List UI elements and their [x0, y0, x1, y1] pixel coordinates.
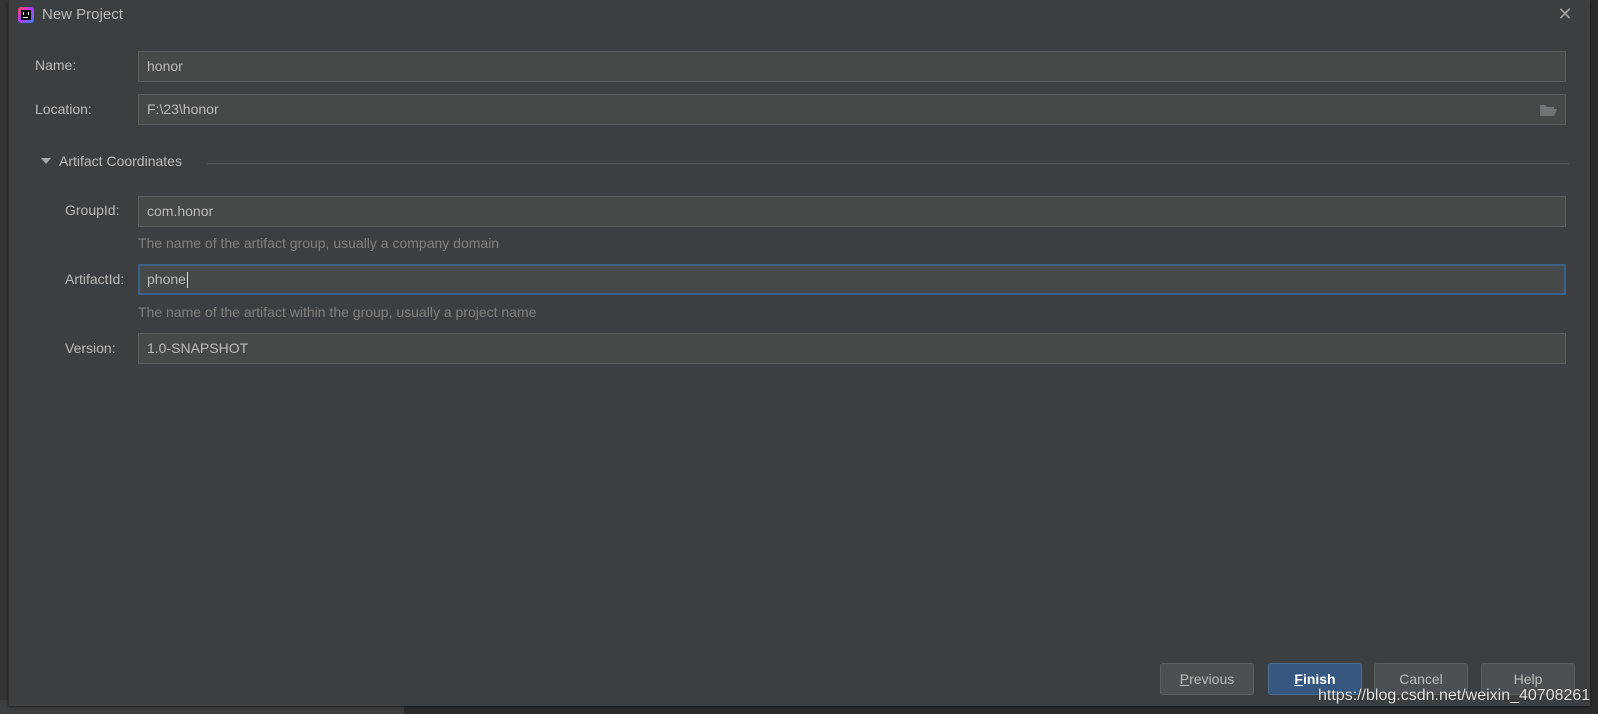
triangle-down-icon[interactable]: [41, 158, 51, 164]
version-label: Version:: [65, 340, 116, 356]
title-bar: New Project ✕: [9, 0, 1590, 30]
artifactid-field[interactable]: phone: [138, 264, 1566, 295]
name-field[interactable]: honor: [138, 51, 1566, 82]
groupid-field[interactable]: com.honor: [138, 196, 1566, 227]
artifactid-label: ArtifactId:: [65, 271, 125, 287]
close-icon[interactable]: ✕: [1556, 4, 1574, 24]
artifactid-field-value: phone: [147, 271, 186, 287]
intellij-idea-icon: [18, 7, 34, 23]
text-caret: [186, 272, 188, 289]
background-window-edge: [0, 0, 8, 714]
folder-open-icon[interactable]: [1539, 103, 1557, 117]
finish-label: inish: [1302, 671, 1336, 687]
groupid-label: GroupId:: [65, 202, 120, 218]
section-title[interactable]: Artifact Coordinates: [59, 153, 182, 169]
previous-mnemonic: P: [1179, 671, 1190, 687]
artifactid-hint: The name of the artifact within the grou…: [138, 304, 537, 320]
new-project-dialog: New Project ✕ Name: honor Location: F:\2…: [8, 0, 1590, 706]
section-divider: [207, 163, 1569, 164]
artifact-coordinates-section: Artifact Coordinates: [39, 152, 1569, 172]
version-field[interactable]: 1.0-SNAPSHOT: [138, 333, 1566, 364]
previous-label: revious: [1189, 671, 1235, 687]
watermark-text: https://blog.csdn.net/weixin_40708261: [1318, 687, 1591, 704]
groupid-hint: The name of the artifact group, usually …: [138, 235, 500, 251]
location-field[interactable]: F:\23\honor: [138, 94, 1566, 125]
groupid-field-value: com.honor: [147, 203, 214, 219]
finish-mnemonic: F: [1294, 671, 1303, 687]
dialog-title: New Project: [42, 6, 123, 23]
name-label: Name:: [35, 57, 77, 73]
location-label: Location:: [35, 101, 92, 117]
location-field-value: F:\23\honor: [147, 101, 219, 117]
name-field-value: honor: [147, 58, 183, 74]
version-field-value: 1.0-SNAPSHOT: [147, 340, 249, 356]
previous-button[interactable]: Previous: [1160, 663, 1254, 695]
